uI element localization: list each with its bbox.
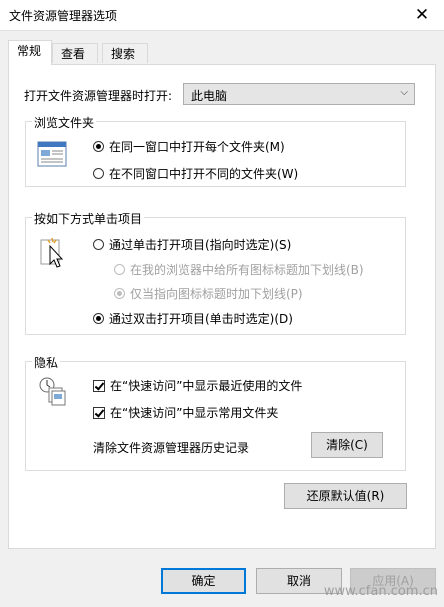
tab-search[interactable]: 搜索	[102, 43, 148, 63]
checkbox-box	[93, 406, 105, 419]
radio-dot	[93, 168, 104, 179]
clear-history-label: 清除文件资源管理器历史记录	[93, 441, 250, 455]
tab-label: 查看	[61, 47, 86, 61]
radio-dot	[93, 239, 104, 250]
underline-point-radio[interactable]: 仅当指向图标标题时加下划线(P)	[114, 285, 303, 302]
browse-folders-title: 浏览文件夹	[32, 114, 97, 131]
tab-view[interactable]: 查看	[52, 43, 98, 63]
tab-label: 常规	[17, 44, 42, 58]
single-click-radio[interactable]: 通过单击打开项目(指向时选定)(S)	[93, 236, 291, 253]
show-frequent-checkbox[interactable]: 在“快速访问”中显示常用文件夹	[93, 404, 278, 421]
open-to-label: 打开文件资源管理器时打开:	[24, 89, 173, 103]
privacy-title: 隐私	[32, 354, 61, 371]
show-frequent-label: 在“快速访问”中显示常用文件夹	[110, 406, 279, 420]
radio-dot	[114, 264, 125, 275]
open-to-value: 此电脑	[191, 89, 228, 103]
open-to-dropdown[interactable]: 此电脑 ⌵	[183, 83, 415, 105]
window-title: 文件资源管理器选项	[9, 9, 118, 23]
chevron-down-icon: ⌵	[400, 87, 408, 98]
folder-window-icon	[37, 141, 67, 167]
underline-all-label: 在我的浏览器中给所有图标标题加下划线(B)	[130, 263, 364, 277]
new-window-label: 在不同窗口中打开不同的文件夹(W)	[109, 167, 299, 181]
radio-dot	[93, 141, 104, 152]
tab-label: 搜索	[111, 47, 136, 61]
general-tab-panel: 打开文件资源管理器时打开: 此电脑 ⌵ 浏览文件夹 在同一窗口中打开每个文件夹(…	[8, 64, 436, 549]
browse-folders-group: 浏览文件夹 在同一窗口中打开每个文件夹(M) 在不同窗口中打开不同的文件夹(W)	[25, 114, 406, 187]
show-recent-label: 在“快速访问”中显示最近使用的文件	[110, 379, 303, 393]
tab-general[interactable]: 常规	[8, 40, 52, 65]
clock-documents-icon	[39, 377, 66, 406]
same-window-radio[interactable]: 在同一窗口中打开每个文件夹(M)	[93, 138, 285, 155]
underline-all-radio[interactable]: 在我的浏览器中给所有图标标题加下划线(B)	[114, 261, 364, 278]
ok-button[interactable]: 确定	[161, 568, 246, 594]
new-window-radio[interactable]: 在不同窗口中打开不同的文件夹(W)	[93, 165, 298, 182]
pointer-click-icon	[40, 237, 64, 268]
restore-defaults-button[interactable]: 还原默认值(R)	[284, 483, 407, 509]
single-click-label: 通过单击打开项目(指向时选定)(S)	[109, 238, 292, 252]
clear-history-button[interactable]: 清除(C)	[311, 432, 383, 458]
double-click-label: 通过双击打开项目(单击时选定)(D)	[109, 312, 293, 326]
checkbox-box	[93, 379, 105, 392]
privacy-group: 隐私 在“快速访问”中显示最近使用的文件 在“快速访问”中显示常用文件夹 清除文…	[25, 354, 406, 471]
same-window-label: 在同一窗口中打开每个文件夹(M)	[109, 140, 285, 154]
close-icon[interactable]: ✕	[400, 0, 444, 30]
radio-dot	[114, 288, 125, 299]
show-recent-checkbox[interactable]: 在“快速访问”中显示最近使用的文件	[93, 377, 302, 394]
double-click-radio[interactable]: 通过双击打开项目(单击时选定)(D)	[93, 310, 293, 327]
watermark: www.cfan.com.cn	[323, 584, 438, 599]
radio-dot	[93, 313, 104, 324]
click-items-title: 按如下方式单击项目	[32, 210, 145, 227]
title-bar: 文件资源管理器选项 ✕	[0, 0, 444, 31]
click-items-group: 按如下方式单击项目 通过单击打开项目(指向时选定)(S) 在我的浏览器中给所有图…	[25, 210, 406, 335]
underline-point-label: 仅当指向图标标题时加下划线(P)	[130, 287, 303, 301]
